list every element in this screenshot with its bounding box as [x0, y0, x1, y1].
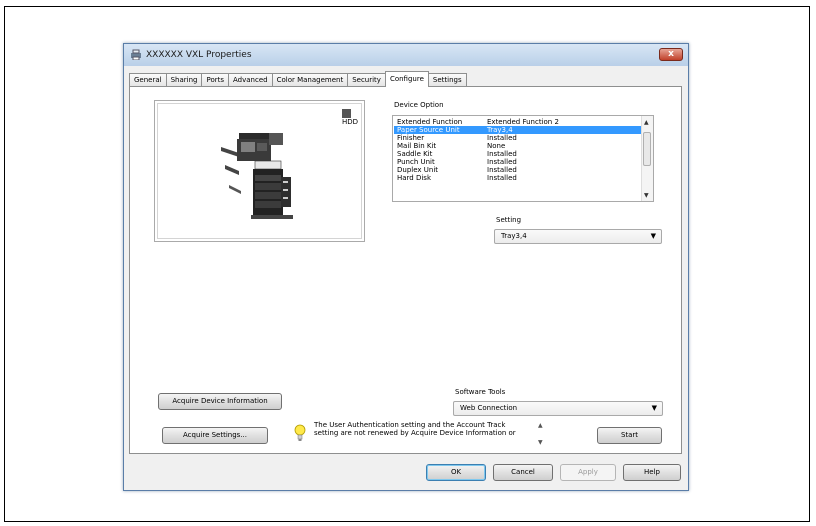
list-item[interactable]: Hard Disk Installed — [394, 174, 644, 182]
list-item-selected[interactable]: Paper Source Unit Tray3,4 — [394, 126, 644, 134]
close-button[interactable]: x — [659, 48, 683, 61]
tab-security[interactable]: Security — [347, 73, 386, 87]
cancel-button[interactable]: Cancel — [493, 464, 553, 481]
start-button[interactable]: Start — [597, 427, 662, 444]
chevron-down-icon: ▼ — [651, 404, 657, 412]
chevron-down-icon: ▼ — [650, 232, 656, 240]
list-item[interactable]: Duplex Unit Installed — [394, 166, 644, 174]
info-note: The User Authentication setting and the … — [314, 421, 534, 437]
list-scrollbar[interactable]: ▲ ▼ — [641, 116, 653, 201]
software-tools-select[interactable]: Web Connection ▼ — [453, 401, 663, 416]
acquire-settings-button[interactable]: Acquire Settings... — [162, 427, 268, 444]
hdd-label: HDD — [342, 118, 359, 126]
setting-label: Setting — [496, 216, 522, 224]
scroll-down-icon[interactable]: ▼ — [538, 439, 543, 446]
scroll-up-icon[interactable]: ▲ — [644, 119, 649, 126]
window-title: XXXXXX VXL Properties — [146, 50, 252, 60]
software-tools-value: Web Connection — [460, 404, 518, 412]
tab-sharing[interactable]: Sharing — [165, 73, 203, 87]
list-item[interactable]: Punch Unit Installed — [394, 158, 644, 166]
note-line-2: setting are not renewed by Acquire Devic… — [314, 429, 516, 437]
setting-value: Tray3,4 — [501, 232, 527, 240]
hdd-indicator: HDD — [342, 109, 364, 126]
tab-color-management[interactable]: Color Management — [271, 73, 349, 87]
list-item[interactable]: Mail Bin Kit None — [394, 142, 644, 150]
help-button[interactable]: Help — [623, 464, 681, 481]
tab-ports[interactable]: Ports — [201, 73, 229, 87]
title-bar[interactable]: XXXXXX VXL Properties x — [124, 44, 688, 66]
note-scrollbar[interactable]: ▲ ▼ — [538, 422, 546, 446]
acquire-device-information-button[interactable]: Acquire Device Information — [158, 393, 282, 410]
scroll-up-icon[interactable]: ▲ — [538, 422, 543, 429]
scroll-thumb[interactable] — [643, 132, 651, 166]
apply-button[interactable]: Apply — [560, 464, 616, 481]
list-item[interactable]: Saddle Kit Installed — [394, 150, 644, 158]
scroll-down-icon[interactable]: ▼ — [644, 192, 649, 199]
device-option-list[interactable]: Extended Function Extended Function 2 Pap… — [392, 115, 654, 202]
printer-icon — [131, 49, 141, 60]
tab-strip: General Sharing Ports Advanced Color Man… — [129, 71, 467, 87]
note-line-1: The User Authentication setting and the … — [314, 421, 506, 429]
tab-advanced[interactable]: Advanced — [228, 73, 273, 87]
tab-general[interactable]: General — [129, 73, 167, 87]
properties-dialog: XXXXXX VXL Properties x General Sharing … — [123, 43, 689, 491]
hard-disk-icon — [342, 109, 351, 118]
lightbulb-icon — [294, 424, 306, 441]
device-option-label: Device Option — [394, 101, 444, 109]
tab-settings[interactable]: Settings — [427, 73, 467, 87]
list-item[interactable]: Extended Function Extended Function 2 — [394, 118, 644, 126]
setting-select[interactable]: Tray3,4 ▼ — [494, 229, 662, 244]
tab-configure[interactable]: Configure — [384, 71, 429, 87]
ok-button[interactable]: OK — [426, 464, 486, 481]
list-item[interactable]: Finisher Installed — [394, 134, 644, 142]
device-preview: HDD — [154, 100, 365, 242]
software-tools-label: Software Tools — [455, 388, 506, 396]
printer-illustration — [221, 133, 293, 219]
